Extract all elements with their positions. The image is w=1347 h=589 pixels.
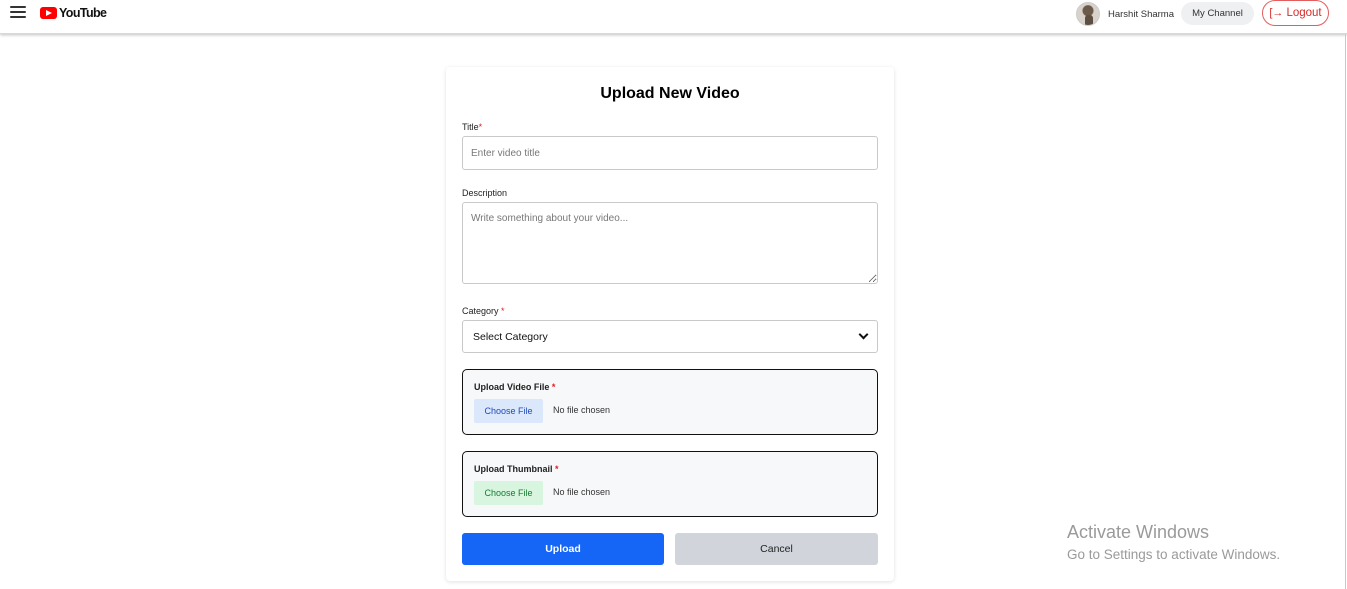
cancel-button[interactable]: Cancel: [675, 533, 878, 565]
upload-form-card: Upload New Video Title* Description Cate…: [446, 67, 894, 581]
required-mark: *: [551, 382, 556, 392]
my-channel-button[interactable]: My Channel: [1181, 2, 1254, 25]
required-mark: *: [555, 464, 559, 474]
youtube-logo[interactable]: YouTube: [40, 6, 107, 20]
page-title: Upload New Video: [600, 85, 740, 102]
category-select[interactable]: Select Category: [462, 320, 878, 353]
logo-text: YouTube: [59, 6, 107, 20]
video-file-label-text: Upload Video File: [474, 382, 550, 392]
title-label: Title*: [462, 122, 482, 132]
logout-button[interactable]: [→ Logout: [1262, 0, 1329, 26]
video-file-upload-box: Upload Video File * Choose File No file …: [462, 369, 878, 435]
avatar[interactable]: [1076, 2, 1100, 26]
logout-label: Logout: [1286, 7, 1322, 19]
thumbnail-upload-box: Upload Thumbnail * Choose File No file c…: [462, 451, 878, 517]
category-selected-value: Select Category: [473, 330, 548, 343]
page-edge-divider: [1345, 34, 1346, 589]
sign-out-icon: [→: [1269, 7, 1284, 19]
required-mark: *: [478, 122, 483, 132]
upload-button[interactable]: Upload: [462, 533, 664, 565]
activate-windows-subtitle: Go to Settings to activate Windows.: [1067, 547, 1281, 562]
user-profile[interactable]: Harshit Sharma: [1076, 2, 1174, 26]
top-header: YouTube Harshit Sharma My Channel [→ Log…: [0, 0, 1347, 34]
chevron-down-icon: [858, 329, 869, 340]
youtube-play-icon: [40, 7, 57, 19]
choose-video-file-button[interactable]: Choose File: [474, 399, 543, 423]
description-textarea[interactable]: [462, 202, 878, 284]
video-file-status: No file chosen: [553, 405, 611, 415]
hamburger-menu-icon[interactable]: [10, 6, 26, 20]
required-mark: *: [501, 306, 505, 316]
activate-windows-title: Activate Windows: [1067, 522, 1210, 542]
title-input[interactable]: [462, 136, 878, 170]
user-name: Harshit Sharma: [1108, 8, 1174, 20]
thumbnail-file-status: No file chosen: [553, 487, 611, 497]
choose-thumbnail-button[interactable]: Choose File: [474, 481, 543, 505]
category-label-text: Category: [462, 306, 499, 316]
title-label-text: Title: [462, 122, 479, 132]
category-label: Category *: [462, 306, 505, 316]
description-label: Description: [462, 188, 508, 198]
video-file-label: Upload Video File *: [474, 382, 555, 392]
thumbnail-label-text: Upload Thumbnail: [474, 464, 553, 474]
thumbnail-label: Upload Thumbnail *: [474, 464, 559, 474]
